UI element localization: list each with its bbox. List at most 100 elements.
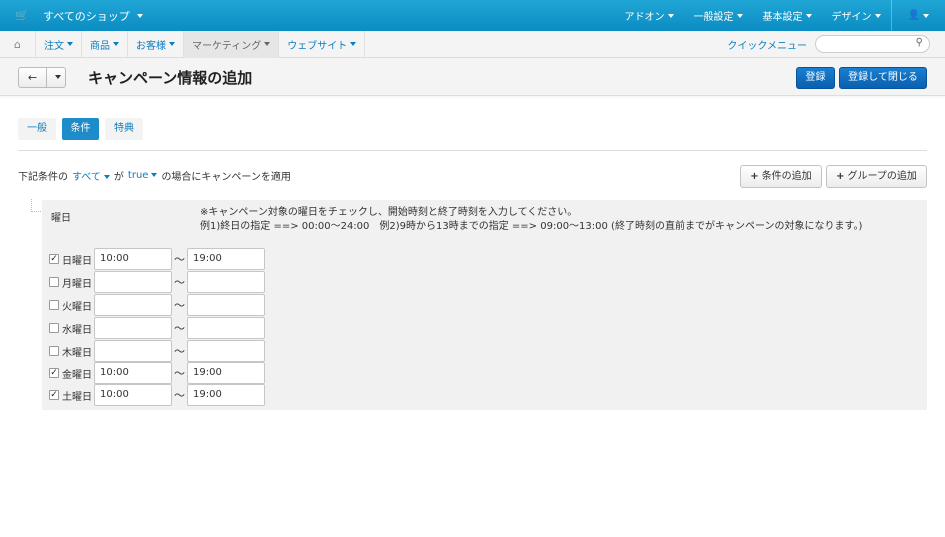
condition-mode-dropdown[interactable]: すべて — [72, 168, 110, 183]
nav-item-website[interactable]: ウェブサイト — [279, 30, 366, 58]
top-menu: アドオン 一般設定 基本設定 デザイン 👤 — [615, 0, 945, 31]
rule-label: 曜日 — [51, 213, 71, 224]
chevron-down-icon — [736, 13, 743, 18]
save-button[interactable]: 登録 — [796, 67, 835, 89]
condition-suffix: の場合にキャンペーンを適用 — [161, 172, 291, 183]
chevron-down-icon — [67, 42, 73, 46]
top-menu-addon[interactable]: アドオン — [615, 0, 684, 31]
condition-ga: が — [113, 172, 124, 183]
main-nav: ⌂ 注文 商品 お客様 マーケティング ウェブサイト クイックメニュー ⚲ — [0, 30, 945, 58]
nav-item-label: 商品 — [90, 40, 110, 52]
top-menu-design[interactable]: デザイン — [822, 0, 891, 31]
nav-item-label: 注文 — [44, 40, 64, 52]
start-time-input[interactable]: 10:00 — [94, 248, 172, 270]
rule-note-line2: 例1)終日の指定 ==> 00:00～24:00 例2)9時から13時までの指定… — [200, 221, 863, 232]
top-menu-label: アドオン — [624, 12, 665, 23]
tab-general[interactable]: 一般 — [18, 118, 56, 140]
page-title: キャンペーン情報の追加 — [88, 69, 253, 87]
day-checkbox[interactable] — [49, 300, 59, 310]
nav-item-marketing[interactable]: マーケティング — [184, 30, 280, 58]
end-time-input[interactable]: 19:00 — [187, 362, 265, 384]
tree-connector — [31, 199, 41, 212]
nav-item-customers[interactable]: お客様 — [128, 30, 184, 58]
back-arrow-icon: ← — [27, 71, 38, 84]
start-time-input[interactable] — [94, 340, 172, 362]
condition-value-dropdown[interactable]: true — [128, 170, 158, 181]
nav-item-label: お客様 — [136, 40, 166, 52]
day-checkbox[interactable]: ✓ — [49, 390, 59, 400]
weekday-row-thursday: 木曜日 ～ — [49, 340, 265, 362]
chevron-down-icon — [874, 13, 881, 18]
back-button[interactable]: ← — [19, 68, 47, 87]
tab-bonus[interactable]: 特典 — [105, 118, 143, 140]
chevron-down-icon — [169, 42, 175, 46]
chevron-down-icon — [103, 175, 110, 179]
range-separator: ～ — [174, 322, 185, 335]
range-separator: ～ — [174, 253, 185, 266]
range-separator: ～ — [174, 345, 185, 358]
weekday-row-tuesday: 火曜日 ～ — [49, 294, 265, 316]
day-checkbox[interactable]: ✓ — [49, 368, 59, 378]
user-menu[interactable]: 👤 — [890, 0, 945, 31]
day-label: 火曜日 — [62, 301, 92, 313]
end-time-input[interactable] — [187, 340, 265, 362]
title-bar: ← キャンペーン情報の追加 登録 登録して閉じる — [0, 58, 945, 96]
back-button-group: ← — [18, 67, 66, 88]
rule-note: ※キャンペーン対象の曜日をチェックし、開始時刻と終了時刻を入力してください。 例… — [200, 206, 862, 234]
top-menu-label: 基本設定 — [762, 12, 803, 23]
end-time-input[interactable]: 19:00 — [187, 248, 265, 270]
weekday-rule-panel: 曜日 ※キャンペーン対象の曜日をチェックし、開始時刻と終了時刻を入力してください… — [42, 200, 927, 410]
day-checkbox[interactable]: ✓ — [49, 254, 59, 264]
range-separator: ～ — [174, 299, 185, 312]
top-menu-basic-settings[interactable]: 基本設定 — [753, 0, 822, 31]
start-time-input[interactable]: 10:00 — [94, 362, 172, 384]
top-menu-general-settings[interactable]: 一般設定 — [684, 0, 753, 31]
day-checkbox[interactable] — [49, 277, 59, 287]
weekday-row-monday: 月曜日 ～ — [49, 271, 265, 293]
add-group-button[interactable]: + グループの追加 — [826, 165, 927, 188]
tab-conditions[interactable]: 条件 — [62, 118, 99, 140]
end-time-input[interactable] — [187, 317, 265, 339]
condition-sentence: 下記条件の すべて が true の場合にキャンペーンを適用 — [18, 168, 291, 183]
end-time-input[interactable]: 19:00 — [187, 384, 265, 406]
range-separator: ～ — [174, 276, 185, 289]
chevron-down-icon — [667, 13, 674, 18]
chevron-down-icon — [923, 13, 929, 18]
chevron-down-icon — [350, 42, 357, 46]
home-icon[interactable]: ⌂ — [0, 30, 36, 58]
day-label: 月曜日 — [62, 278, 92, 290]
range-separator: ～ — [174, 367, 185, 380]
weekday-row-wednesday: 水曜日 ～ — [49, 317, 265, 339]
weekday-row-friday: ✓ 金曜日 10:00 ～ 19:00 — [49, 362, 265, 384]
search-input[interactable] — [824, 36, 919, 52]
search-icon[interactable]: ⚲ — [916, 37, 923, 48]
chevron-down-icon — [54, 75, 61, 79]
day-label: 金曜日 — [62, 369, 92, 381]
shop-selector[interactable]: すべてのショップ — [43, 8, 143, 24]
start-time-input[interactable] — [94, 271, 172, 293]
chevron-down-icon — [805, 13, 812, 18]
save-and-close-button[interactable]: 登録して閉じる — [839, 67, 927, 89]
quick-menu-link[interactable]: クイックメニュー — [727, 37, 807, 52]
condition-mode-label: すべて — [72, 172, 101, 183]
end-time-input[interactable] — [187, 271, 265, 293]
add-condition-button[interactable]: + 条件の追加 — [740, 165, 822, 188]
range-separator: ～ — [174, 389, 185, 402]
day-checkbox[interactable] — [49, 323, 59, 333]
back-dropdown-toggle[interactable] — [47, 68, 65, 87]
cart-icon: 🛒 — [15, 9, 29, 22]
end-time-input[interactable] — [187, 294, 265, 316]
start-time-input[interactable]: 10:00 — [94, 384, 172, 406]
chevron-down-icon — [264, 42, 271, 46]
top-menu-label: デザイン — [831, 12, 872, 23]
plus-icon: + — [836, 171, 845, 182]
day-checkbox[interactable] — [49, 346, 59, 356]
start-time-input[interactable] — [94, 317, 172, 339]
weekday-row-saturday: ✓ 土曜日 10:00 ～ 19:00 — [49, 384, 265, 406]
nav-item-orders[interactable]: 注文 — [36, 30, 82, 58]
chevron-down-icon — [136, 13, 143, 18]
start-time-input[interactable] — [94, 294, 172, 316]
user-icon: 👤 — [907, 10, 920, 21]
nav-item-products[interactable]: 商品 — [82, 30, 128, 58]
day-label: 木曜日 — [62, 347, 92, 359]
